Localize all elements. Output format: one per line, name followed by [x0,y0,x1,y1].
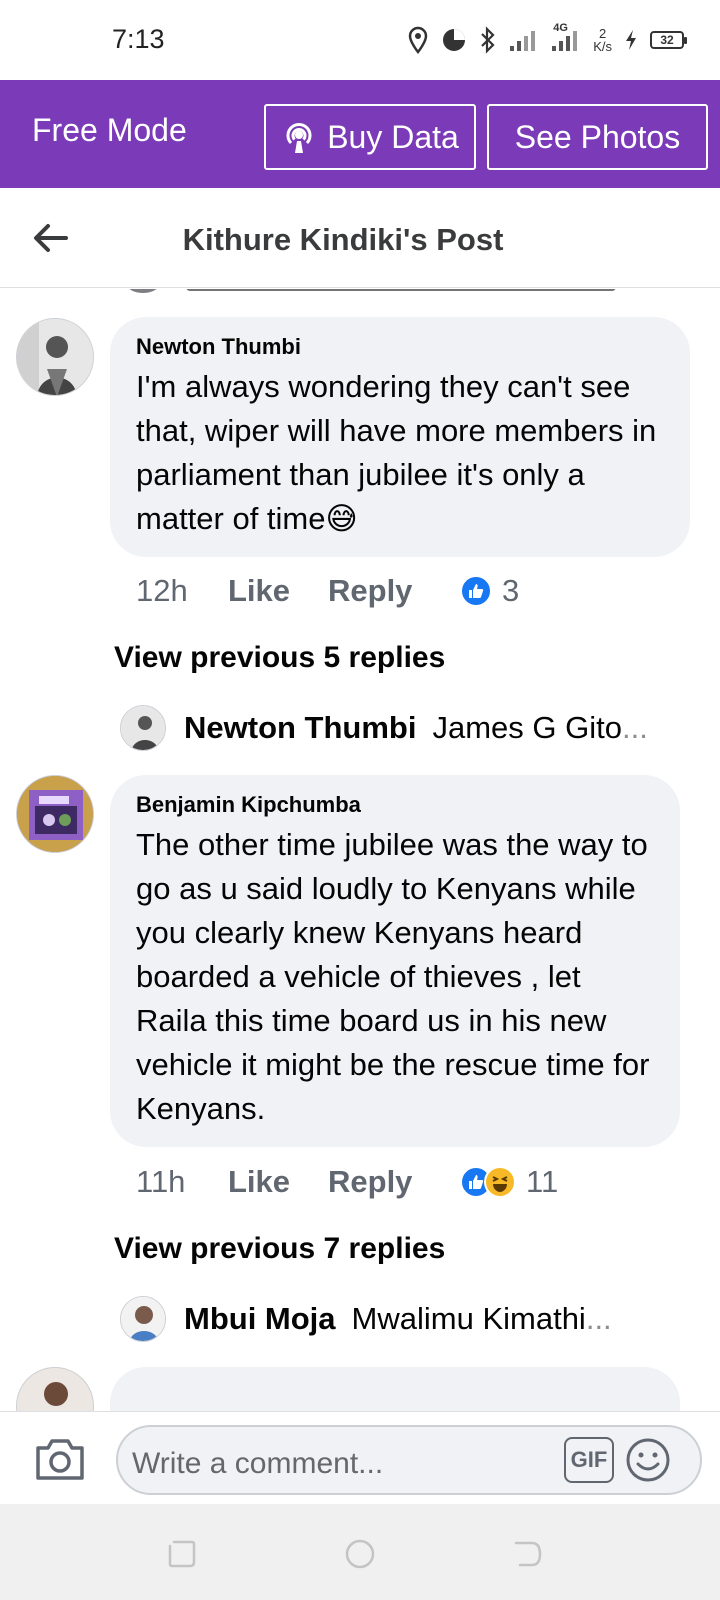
camera-button[interactable] [34,1436,86,1482]
network-type: 4G [553,22,568,34]
reply-avatar [120,1296,166,1342]
comment-actions: 12h Like Reply 3 [136,573,519,609]
compose-bar: Write a comment... GIF [0,1411,720,1504]
comment-actions: 11h Like Reply 11 [136,1164,558,1200]
comment-bubble[interactable] [110,1367,680,1411]
bluetooth-icon [479,26,497,54]
reply-button[interactable]: Reply [328,1164,436,1200]
previous-reply-text [186,289,616,291]
reply-avatar [120,705,166,751]
reaction-count[interactable]: 3 [502,573,519,609]
comment-input-placeholder: Write a comment... [132,1447,384,1480]
reply-snippet: Mwalimu Kimathi [351,1301,586,1336]
page-title: Kithure Kindiki's Post [182,222,504,257]
home-button[interactable] [344,1538,376,1570]
comments-feed[interactable]: Newton Thumbi I'm always wondering they … [0,289,720,1411]
location-icon [407,26,429,54]
camera-icon [34,1436,86,1482]
buy-data-label: Buy Data [327,118,459,155]
see-photos-button[interactable]: See Photos [487,104,708,170]
avatar[interactable] [16,318,94,396]
back-nav-icon [514,1541,542,1567]
battery-icon: 32 [650,31,687,49]
network-signal-icon: 4G [551,22,581,52]
gif-button[interactable]: GIF [564,1437,614,1483]
comment-time[interactable]: 12h [136,573,228,609]
like-button[interactable]: Like [228,573,328,609]
smiley-icon [626,1438,670,1482]
like-reaction-icon [460,575,492,607]
avatar[interactable] [16,775,94,853]
comment-input[interactable]: Write a comment... GIF [116,1425,702,1495]
home-icon [345,1539,375,1569]
speed-unit: K/s [593,39,612,54]
reply-ellipsis: ... [585,1301,612,1336]
reply-author: Newton Thumbi [184,710,417,745]
recent-apps-button[interactable] [166,1538,198,1570]
charging-icon [624,29,638,51]
reaction-count[interactable]: 11 [526,1164,558,1200]
recent-apps-icon [168,1540,196,1568]
status-time: 7:13 [112,24,165,54]
reactions[interactable] [460,1166,516,1198]
system-nav-bar [0,1504,720,1600]
reply-ellipsis: ... [621,710,648,745]
buy-data-button[interactable]: Buy Data [264,104,476,170]
like-button[interactable]: Like [228,1164,328,1200]
free-mode-banner: Free Mode Buy Data See Photos [0,80,720,188]
post-header: Kithure Kindiki's Post [0,188,720,288]
comment-author[interactable]: Newton Thumbi [136,333,664,361]
network-speed: 2 K/s [593,27,612,53]
comment-bubble[interactable]: Benjamin Kipchumba The other time jubile… [110,775,680,1147]
reply-preview[interactable]: Newton Thumbi James G Gito ... [120,703,680,753]
comment-author[interactable]: Benjamin Kipchumba [136,791,654,819]
emoji-button[interactable] [624,1436,672,1484]
free-mode-label: Free Mode [32,112,187,148]
reply-preview[interactable]: Mbui Moja Mwalimu Kimathi ... [120,1294,680,1344]
view-previous-replies[interactable]: View previous 5 replies [114,641,445,675]
status-bar: 7:13 4G 2 K/s 32 [0,0,720,80]
haha-reaction-icon [484,1166,516,1198]
comment-text: I'm always wondering they can't see that… [136,369,657,536]
reactions[interactable] [460,575,492,607]
comment-bubble[interactable]: Newton Thumbi I'm always wondering they … [110,317,690,557]
reply-author: Mbui Moja [184,1301,336,1336]
reply-button[interactable]: Reply [328,573,436,609]
data-saver-icon [441,27,467,53]
comment-text: The other time jubilee was the way to go… [136,827,650,1126]
avatar[interactable] [16,1367,94,1411]
signal-icon [509,28,539,52]
view-previous-replies[interactable]: View previous 7 replies [114,1232,445,1266]
comment-time[interactable]: 11h [136,1164,228,1200]
reply-snippet: James G Gito [432,710,622,745]
see-photos-label: See Photos [514,118,681,155]
status-icons: 4G 2 K/s 32 [407,22,687,58]
back-nav-button[interactable] [512,1538,544,1570]
broadcast-icon [281,119,317,155]
previous-reply-avatar [120,289,166,293]
